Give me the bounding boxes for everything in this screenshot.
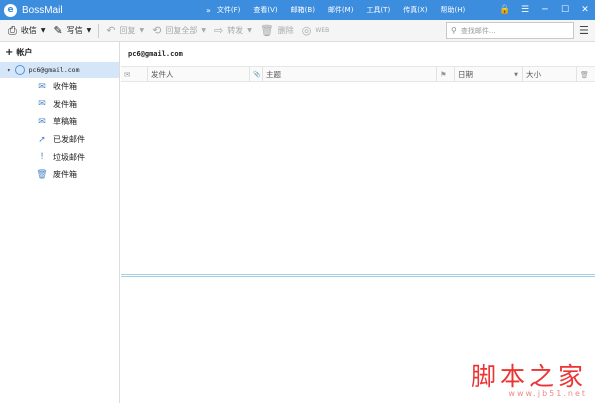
window-controls: 🔒 ☰ ─ ☐ ✕ xyxy=(495,0,595,20)
toolbar-divider xyxy=(98,23,100,38)
col-size[interactable]: 大小 xyxy=(522,67,576,82)
bossmail-logo-icon: e xyxy=(4,3,17,17)
message-pane: pc6@gmail.com ✉ 发件人 📎 主题 ⚑ 日期 ▼ 大小 🗑 xyxy=(121,42,595,403)
forward-label: 转发 xyxy=(227,26,244,35)
title-bar: e BossMail » 文件(F) 查看(V) 邮箱(B) 邮件(M) 工具(… xyxy=(0,0,595,20)
app-title: BossMail xyxy=(22,4,63,16)
search-placeholder: 查找邮件... xyxy=(460,26,496,35)
accounts-header[interactable]: + 帐户 xyxy=(0,42,119,62)
inbox-icon: ✉ xyxy=(38,81,46,92)
chevron-down-icon[interactable]: ▼ xyxy=(247,27,252,34)
web-button[interactable]: ◎ WEB xyxy=(298,20,333,42)
chevron-down-icon[interactable]: ▼ xyxy=(41,27,46,34)
col-subject-label: 主题 xyxy=(266,70,281,79)
col-delete[interactable]: 🗑 xyxy=(576,67,595,82)
receive-label: 收信 xyxy=(20,26,37,35)
compose-button[interactable]: ✎ 写信 ▼ xyxy=(49,20,95,42)
receive-button[interactable]: ⎙ 收信 ▼ xyxy=(4,20,49,42)
account-email: pc6@gmail.com xyxy=(28,66,80,74)
menu-fax[interactable]: 传真(X) xyxy=(403,5,427,15)
reply-all-label: 回复全部 xyxy=(165,26,198,35)
trash-icon: 🗑 xyxy=(36,169,48,180)
folder-outbox[interactable]: ✉ 发件箱 xyxy=(0,96,119,114)
menu-mail[interactable]: 邮件(M) xyxy=(328,5,354,15)
col-sender[interactable]: 发件人 xyxy=(147,67,249,82)
col-subject[interactable]: 主题 xyxy=(262,67,436,82)
reply-all-icon: ⟲ xyxy=(152,24,162,37)
chevron-down-icon[interactable]: ▼ xyxy=(87,27,92,34)
menu-view[interactable]: 查看(V) xyxy=(253,5,277,15)
menu-bar: » 文件(F) 查看(V) 邮箱(B) 邮件(M) 工具(T) 传真(X) 帮助… xyxy=(206,0,478,20)
folder-sent[interactable]: ➚ 已发邮件 xyxy=(0,131,119,149)
minimize-button[interactable]: ─ xyxy=(535,5,555,15)
web-label: WEB xyxy=(315,27,330,34)
drafts-icon: ✉ xyxy=(38,116,46,127)
col-type[interactable]: ✉ xyxy=(121,67,147,82)
menu-more-icon[interactable]: » xyxy=(206,6,211,15)
account-icon xyxy=(14,65,25,75)
folder-label: 垃圾邮件 xyxy=(53,152,85,162)
pane-splitter[interactable] xyxy=(121,274,595,277)
menu-tools[interactable]: 工具(T) xyxy=(366,5,390,15)
web-icon: ◎ xyxy=(301,24,312,37)
sort-down-icon[interactable]: ▼ xyxy=(514,72,518,78)
account-item[interactable]: ▾ pc6@gmail.com xyxy=(0,62,119,78)
folder-label: 废件箱 xyxy=(53,170,77,180)
app-logo: e BossMail xyxy=(4,3,63,17)
envelope-icon: ✉ xyxy=(124,70,131,79)
menu-help[interactable]: 帮助(H) xyxy=(440,5,465,15)
compose-label: 写信 xyxy=(66,26,83,35)
lock-icon[interactable]: 🔒 xyxy=(495,5,515,15)
accounts-header-label: 帐户 xyxy=(16,47,33,57)
col-attachment[interactable]: 📎 xyxy=(249,67,262,82)
receive-icon: ⎙ xyxy=(8,23,17,37)
delete-label: 删除 xyxy=(277,26,294,35)
folder-inbox[interactable]: ✉ 收件箱 xyxy=(0,78,119,96)
menu-file[interactable]: 文件(F) xyxy=(217,5,241,15)
chevron-down-icon[interactable]: ▾ xyxy=(7,67,11,74)
compose-icon: ✎ xyxy=(53,24,63,37)
watermark-url: www.jb51.net xyxy=(508,389,587,398)
attachment-icon: 📎 xyxy=(253,71,261,78)
flag-icon: ⚑ xyxy=(440,70,447,79)
search-icon: ⚲ xyxy=(451,26,457,35)
close-button[interactable]: ✕ xyxy=(575,5,595,15)
reply-button[interactable]: ↶ 回复 ▼ xyxy=(102,20,148,42)
list-view-menu-icon[interactable]: ☰ xyxy=(579,24,589,37)
maximize-button[interactable]: ☐ xyxy=(555,5,575,15)
folder-junk[interactable]: ! 垃圾邮件 xyxy=(0,148,119,166)
folder-label: 发件箱 xyxy=(53,99,77,109)
delete-button[interactable]: 🗑 删除 xyxy=(256,20,298,42)
message-list-header: ✉ 发件人 📎 主题 ⚑ 日期 ▼ 大小 🗑 xyxy=(121,66,595,82)
reply-icon: ↶ xyxy=(106,24,116,37)
col-sender-label: 发件人 xyxy=(151,70,174,79)
outbox-icon: ✉ xyxy=(38,99,46,110)
add-account-icon[interactable]: + xyxy=(5,47,13,58)
junk-icon: ! xyxy=(40,152,44,163)
col-size-label: 大小 xyxy=(526,70,541,79)
forward-button[interactable]: ⇨ 转发 ▼ xyxy=(210,20,256,42)
delete-icon: 🗑 xyxy=(259,24,274,37)
folder-drafts[interactable]: ✉ 草稿箱 xyxy=(0,113,119,131)
chevron-down-icon[interactable]: ▼ xyxy=(140,27,145,34)
chevron-down-icon[interactable]: ▼ xyxy=(201,27,206,34)
trash-icon: 🗑 xyxy=(580,70,589,79)
reply-all-button[interactable]: ⟲ 回复全部 ▼ xyxy=(148,20,210,42)
folder-label: 收件箱 xyxy=(53,82,77,92)
folder-trash[interactable]: 🗑 废件箱 xyxy=(0,166,119,184)
col-date[interactable]: 日期 ▼ xyxy=(454,67,522,82)
watermark: 脚本之家 xyxy=(470,362,587,391)
folder-label: 草稿箱 xyxy=(53,117,77,127)
menu-mailbox[interactable]: 邮箱(B) xyxy=(291,5,315,15)
forward-icon: ⇨ xyxy=(213,24,224,37)
current-account-title: pc6@gmail.com xyxy=(128,50,183,58)
settings-menu-icon[interactable]: ☰ xyxy=(515,5,535,15)
sent-icon: ➚ xyxy=(38,134,46,145)
col-date-label: 日期 xyxy=(458,70,473,79)
folder-label: 已发邮件 xyxy=(53,135,85,145)
search-input[interactable]: ⚲ 查找邮件... xyxy=(446,22,574,39)
col-flag[interactable]: ⚑ xyxy=(436,67,454,82)
reply-label: 回复 xyxy=(119,26,136,35)
sidebar: + 帐户 ▾ pc6@gmail.com ✉ 收件箱 ✉ 发件箱 ✉ 草稿箱 ➚… xyxy=(0,42,120,403)
